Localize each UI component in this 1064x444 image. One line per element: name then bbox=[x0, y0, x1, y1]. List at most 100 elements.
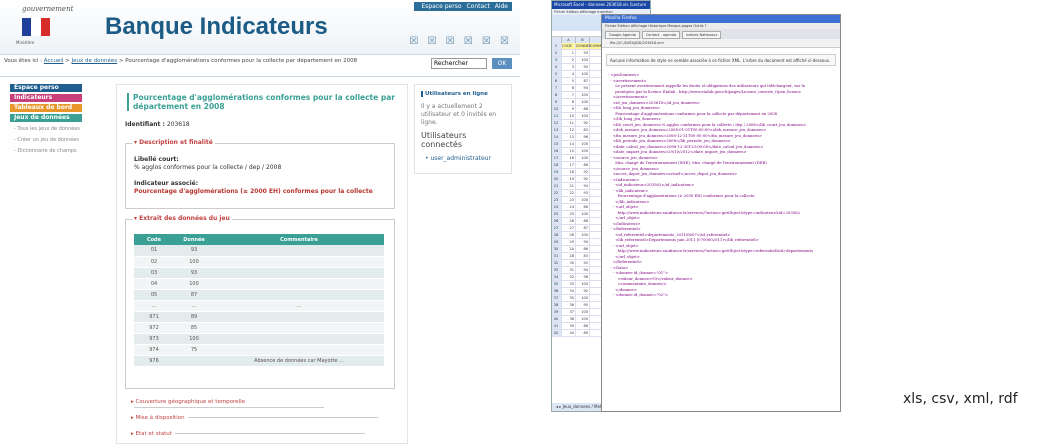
nav-jeux-de-donnees[interactable]: Jeux de données bbox=[10, 114, 82, 122]
breadcrumb-jeux[interactable]: Jeux de données bbox=[72, 58, 118, 64]
cell: 86 bbox=[576, 162, 590, 168]
row-number: 25 bbox=[552, 211, 562, 217]
section-label: Etat et statut bbox=[135, 431, 172, 437]
excel-title: Microsoft Excel - donnees 203618.xls [Le… bbox=[552, 1, 650, 15]
table-cell: 04 bbox=[134, 278, 174, 290]
ident-value: 203618 bbox=[166, 121, 190, 128]
identifier: Identifiant : 203618 bbox=[125, 121, 190, 128]
row-number: 15 bbox=[552, 141, 562, 147]
cell: 86 bbox=[576, 204, 590, 210]
table-cell bbox=[214, 322, 384, 334]
firefox-url-bar[interactable]: file:///C:/DATA/JDD/203618.xml bbox=[602, 39, 840, 48]
cell: 8 bbox=[562, 99, 576, 105]
table-cell: ... bbox=[134, 300, 174, 312]
cell: 6 bbox=[562, 85, 576, 91]
table-cell: 02 bbox=[134, 256, 174, 268]
cell: 2B bbox=[562, 253, 576, 259]
main-content: Pourcentage d'agglomérations conformes p… bbox=[116, 84, 408, 444]
firefox-title: Mozilla Firefox bbox=[602, 15, 840, 23]
cell: 34 bbox=[562, 288, 576, 294]
cell: 28 bbox=[562, 232, 576, 238]
nav-label: Espace perso bbox=[14, 84, 59, 91]
nav-sub-all[interactable]: - Tous les jeux de données bbox=[14, 126, 82, 133]
toplink-aide[interactable]: Aide bbox=[495, 3, 508, 10]
cell: 92 bbox=[576, 169, 590, 175]
row-number: 24 bbox=[552, 204, 562, 210]
breadcrumb-home[interactable]: Accueil bbox=[44, 58, 64, 64]
website-screenshot: gouvernement Ministère Banque Indicateur… bbox=[0, 0, 520, 444]
row-number: 30 bbox=[552, 246, 562, 252]
cell: 30 bbox=[562, 260, 576, 266]
cell: CODE bbox=[562, 43, 576, 49]
toplink-contact[interactable]: Contact bbox=[466, 3, 489, 10]
cell: 11 bbox=[562, 120, 576, 126]
cell: 93 bbox=[576, 190, 590, 196]
sidebar-user-link[interactable]: • user_administrateur bbox=[425, 155, 501, 162]
tab-contact[interactable]: Contact - agenda bbox=[641, 31, 681, 39]
export-screenshots: Microsoft Excel - donnees 203618.xls [Le… bbox=[551, 0, 841, 412]
table-cell: 976 bbox=[134, 355, 174, 367]
assoc-indicator-link[interactable]: Pourcentage d'agglomérations (≥ 2000 EH)… bbox=[134, 188, 373, 195]
row-number: 17 bbox=[552, 155, 562, 161]
xml-line: Le présent avertissement rappelle les dr… bbox=[608, 83, 805, 88]
row-number: 13 bbox=[552, 127, 562, 133]
cell: 2A bbox=[562, 246, 576, 252]
section-mise-a-disposition[interactable]: ▸ Mise à disposition bbox=[131, 415, 378, 421]
table-cell bbox=[214, 245, 384, 257]
description-legend[interactable]: ▾ Description et finalité bbox=[132, 139, 215, 146]
section-etat-statut[interactable]: ▸ Etat et statut bbox=[131, 431, 365, 437]
cell: 95 bbox=[576, 302, 590, 308]
cell: 14 bbox=[562, 141, 576, 147]
nav-sub-dictionary[interactable]: - Dictionnaire de champs bbox=[14, 148, 82, 155]
table-row: 01 93 bbox=[134, 245, 384, 257]
libelle-value: % agglos conformes pour la collecte / de… bbox=[134, 164, 282, 171]
row-number: 14 bbox=[552, 134, 562, 140]
table-cell bbox=[174, 355, 214, 367]
nav-sub-create[interactable]: - Créer un jeu de données bbox=[14, 137, 82, 144]
search-button[interactable]: OK bbox=[492, 58, 512, 69]
extract-legend[interactable]: ▾ Extrait des données du jeu bbox=[132, 215, 232, 222]
cell: 100 bbox=[576, 57, 590, 63]
search-input[interactable] bbox=[431, 58, 487, 69]
french-flag-icon bbox=[22, 18, 50, 36]
cell: 88 bbox=[576, 218, 590, 224]
tab-indices[interactable]: Indices Nationaux bbox=[682, 31, 722, 39]
cell: 92 bbox=[576, 176, 590, 182]
sidebar-text: Il y a actuellement 2 utilisateur et 0 i… bbox=[421, 103, 497, 126]
xml-info-banner: Aucune information de style ne semble as… bbox=[606, 54, 836, 66]
section-couverture[interactable]: ▸ Couverture géographique et temporelle bbox=[131, 399, 407, 411]
gov-logo-text: gouvernement bbox=[22, 5, 74, 13]
row-number: 23 bbox=[552, 197, 562, 203]
col-header-donnee: Donnée bbox=[174, 234, 214, 245]
table-cell: 971 bbox=[134, 311, 174, 323]
sidebar-connected-title: Utilisateurs connectés bbox=[421, 131, 467, 149]
table-cell: 05 bbox=[134, 289, 174, 301]
data-table: Code Donnée Commentaire 01 93 02 100 03 93 04 1… bbox=[134, 234, 384, 367]
nav-tableaux-de-bord[interactable]: Tableaux de bord bbox=[10, 104, 82, 112]
cell: 39 bbox=[562, 323, 576, 329]
table-row: 02 100 bbox=[134, 256, 384, 268]
cell: 100 bbox=[576, 316, 590, 322]
cell: 86 bbox=[576, 246, 590, 252]
tab-google-agenda[interactable]: Google Agenda bbox=[605, 31, 640, 39]
cell: 100 bbox=[576, 295, 590, 301]
toplink-espace-perso[interactable]: Espace perso bbox=[421, 3, 461, 10]
divider bbox=[0, 76, 520, 77]
table-row: 976 Absence de données car Mayotte ... bbox=[134, 355, 384, 367]
nav-espace-perso[interactable]: Espace perso bbox=[10, 84, 82, 92]
breadcrumb-sep: > bbox=[65, 58, 70, 64]
firefox-tabs: Google Agenda Contact - agenda Indices N… bbox=[602, 29, 840, 39]
cell: 94 bbox=[576, 85, 590, 91]
nav-indicateurs[interactable]: Indicateurs bbox=[10, 94, 82, 102]
table-cell bbox=[214, 256, 384, 268]
row-number: 32 bbox=[552, 260, 562, 266]
sidebar-heading: Utilisateurs en ligne bbox=[421, 91, 505, 97]
libelle-label: Libellé court: bbox=[134, 156, 179, 163]
xml-tree: - <jeuDonnees> - <avertissement> Le prés… bbox=[608, 72, 834, 298]
ident-label: Identifiant : bbox=[125, 121, 165, 128]
row-number: 21 bbox=[552, 183, 562, 189]
site-title[interactable]: Banque Indicateurs bbox=[105, 13, 328, 41]
row-number: 37 bbox=[552, 295, 562, 301]
row-number: 38 bbox=[552, 302, 562, 308]
table-cell: ... bbox=[174, 300, 214, 312]
